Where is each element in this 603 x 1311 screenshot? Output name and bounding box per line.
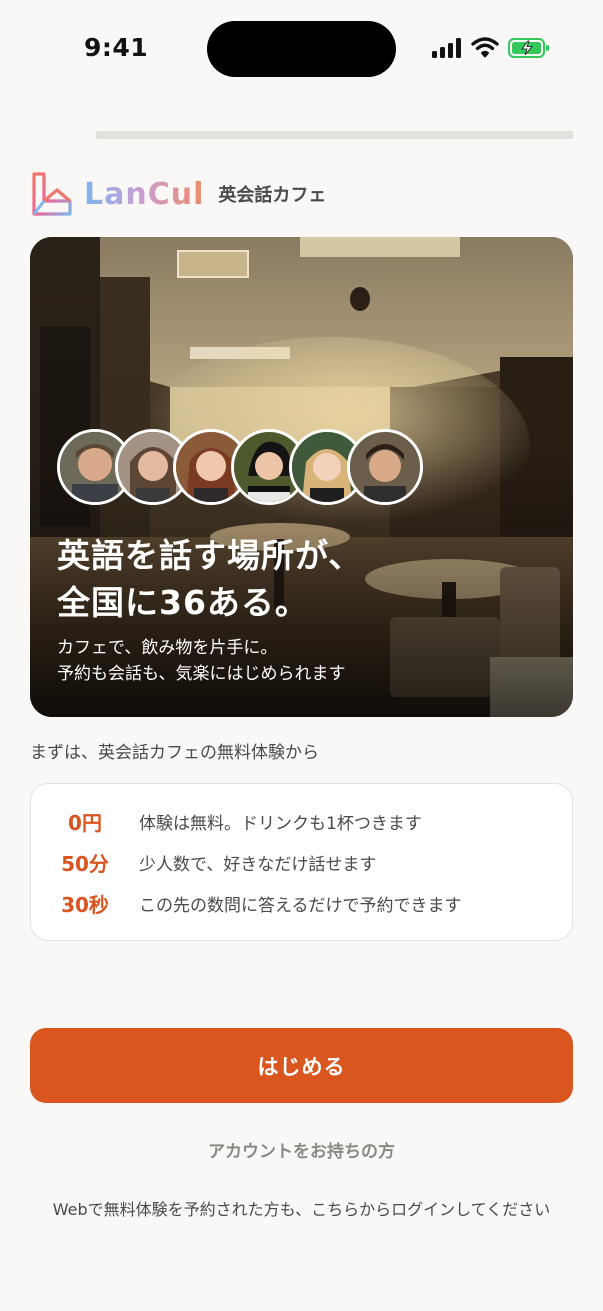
brand-subtitle: 英会話カフェ bbox=[218, 185, 327, 206]
onboarding-progress bbox=[96, 131, 573, 139]
features-card: 0円 体験は無料。ドリンクも1杯つきます 50分 少人数で、好きなだけ話せます … bbox=[30, 783, 573, 941]
hero-subtitle-line: カフェで、飲み物を片手に。 bbox=[57, 638, 278, 658]
feature-key: 30秒 bbox=[61, 892, 109, 917]
login-link[interactable]: アカウントをお持ちの方 bbox=[0, 1137, 603, 1162]
hero-banner: 英語を話す場所が、 全国に36ある。 カフェで、飲み物を片手に。 予約も会話も、… bbox=[30, 237, 573, 717]
lead-text: まずは、英会話カフェの無料体験から bbox=[30, 743, 319, 763]
start-button[interactable]: はじめる bbox=[30, 1028, 573, 1103]
feature-row: 30秒 この先の数問に答えるだけで予約できます bbox=[31, 888, 572, 918]
lancul-logo-icon bbox=[32, 172, 72, 216]
brand-name: LanCul bbox=[84, 176, 205, 212]
hero-title: 英語を話す場所が、 全国に36ある。 bbox=[57, 532, 362, 626]
feature-key: 0円 bbox=[68, 810, 102, 835]
feature-key: 50分 bbox=[61, 851, 109, 876]
feature-row: 0円 体験は無料。ドリンクも1杯つきます bbox=[31, 806, 572, 836]
brand-header: LanCul 英会話カフェ bbox=[30, 170, 326, 218]
status-time: 9:41 bbox=[84, 33, 149, 62]
instructor-avatar bbox=[347, 429, 423, 505]
hero-title-line: 英語を話す場所が、 bbox=[57, 536, 363, 575]
hero-subtitle: カフェで、飲み物を片手に。 予約も会話も、気楽にはじめられます bbox=[57, 635, 346, 687]
dynamic-island bbox=[207, 21, 396, 77]
feature-text: 少人数で、好きなだけ話せます bbox=[139, 854, 377, 875]
hero-title-line: 全国に36ある。 bbox=[57, 583, 309, 622]
login-note: Webで無料体験を予約された方も、こちらからログインしてください bbox=[52, 1200, 551, 1219]
feature-text: この先の数問に答えるだけで予約できます bbox=[139, 895, 462, 916]
wifi-icon bbox=[471, 37, 499, 58]
battery-charging-icon bbox=[508, 38, 549, 58]
feature-text: 体験は無料。ドリンクも1杯つきます bbox=[139, 813, 422, 834]
feature-row: 50分 少人数で、好きなだけ話せます bbox=[31, 847, 572, 877]
signal-icon bbox=[432, 38, 461, 58]
status-bar: 9:41 bbox=[0, 0, 603, 96]
hero-subtitle-line: 予約も会話も、気楽にはじめられます bbox=[57, 664, 346, 684]
